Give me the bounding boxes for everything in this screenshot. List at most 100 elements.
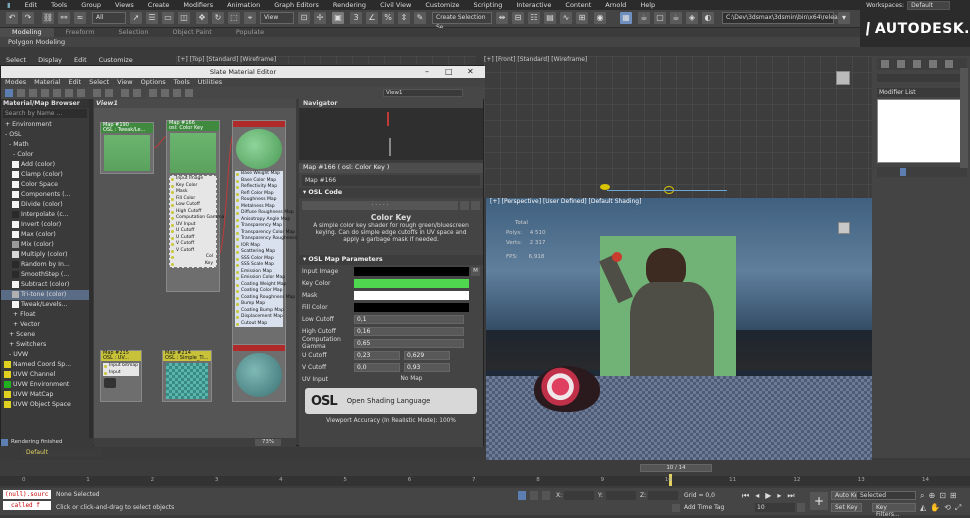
viewport-menu-display[interactable]: Display — [32, 56, 68, 65]
layer-dropdown[interactable]: Default — [22, 449, 102, 457]
isolate-icon[interactable] — [518, 491, 526, 500]
viewport-menu-edit[interactable]: Edit — [68, 56, 93, 65]
selection-filter-dropdown[interactable]: All — [92, 12, 126, 24]
ribbon-tab-modeling[interactable]: Modeling — [0, 28, 54, 37]
browser-item[interactable]: + Float — [1, 310, 89, 320]
set-key-mode-icon[interactable]: + — [810, 492, 828, 510]
u-cutoff-max-spinner[interactable]: 0,629 — [404, 350, 450, 360]
sme-view-dropdown[interactable]: View1 — [383, 89, 463, 97]
go-to-end-icon[interactable]: ⏭ — [787, 491, 794, 501]
zoom-extents-all-icon[interactable]: ⊞ — [950, 491, 957, 501]
modifier-stack[interactable] — [877, 99, 967, 163]
browser-item[interactable]: - Color — [1, 150, 89, 160]
browser-item[interactable]: Tri-tone (color) — [1, 290, 89, 300]
absolute-mode-icon[interactable] — [542, 491, 550, 500]
canvas-tab-view1[interactable]: View1 — [96, 99, 118, 108]
curve-editor-icon[interactable]: ∿ — [560, 12, 572, 24]
undo-icon[interactable]: ↶ — [6, 12, 18, 24]
ribbon-tab-selection[interactable]: Selection — [107, 28, 161, 37]
scale-icon[interactable]: ⬚ — [228, 12, 240, 24]
edit-named-selection-icon[interactable]: ✎ — [414, 12, 426, 24]
browser-item[interactable]: Clamp (color) — [1, 170, 89, 180]
perspective-viewport-label[interactable]: [+] [Perspective] [User Defined] [Defaul… — [486, 198, 872, 207]
browser-item[interactable]: Divide (color) — [1, 200, 89, 210]
angle-snap-icon[interactable]: ∠ — [366, 12, 378, 24]
node-physical-material[interactable]: Base Weight Map Base Color Map Reflectivit… — [232, 120, 297, 352]
uv-input-map-button[interactable]: No Map — [354, 376, 469, 382]
browser-item[interactable]: - UVW — [1, 350, 89, 360]
menu-rendering[interactable]: Rendering — [326, 1, 373, 9]
high-cutoff-spinner[interactable]: 0,16 — [354, 326, 464, 336]
menu-views[interactable]: Views — [108, 1, 141, 9]
viewcube-perspective[interactable] — [838, 222, 850, 234]
browser-item[interactable]: - Math — [1, 140, 89, 150]
zoom-icon[interactable]: ⌕ — [920, 491, 924, 501]
browser-item[interactable]: + Scene — [1, 330, 89, 340]
menu-civil-view[interactable]: Civil View — [373, 1, 418, 9]
previous-frame-icon[interactable]: ◂ — [755, 491, 759, 501]
sme-show-background-icon[interactable] — [105, 89, 113, 97]
navigator-panel[interactable] — [299, 108, 483, 160]
sme-layout-all-icon[interactable] — [121, 89, 129, 97]
rotate-icon[interactable]: ↻ — [212, 12, 224, 24]
osl-code-rollout[interactable]: ▾ OSL Code — [299, 188, 483, 198]
node-map-166[interactable]: Map #166 osl: Color Key Input Image Key Co… — [166, 120, 224, 292]
node-view-canvas[interactable]: Map #190 OSL : Tweak/Le... Map #166 osl: C… — [94, 108, 297, 438]
sme-hide-unused-icon[interactable] — [77, 89, 85, 97]
placement-icon[interactable]: ⌖ — [244, 12, 256, 24]
time-tag-icon[interactable] — [672, 504, 680, 512]
snaps-toggle-icon[interactable]: 3 — [350, 12, 362, 24]
named-selection-set-dropdown[interactable]: Create Selection Se — [432, 12, 492, 31]
sme-show-map-icon[interactable] — [93, 89, 101, 97]
browser-item[interactable]: - OSL — [1, 130, 89, 140]
sme-show-params-icon[interactable] — [173, 89, 181, 97]
key-color-swatch[interactable] — [354, 278, 469, 288]
reference-coordinate-dropdown[interactable]: View — [260, 12, 294, 24]
time-configuration-icon[interactable] — [797, 503, 805, 512]
rendered-frame-window-icon[interactable]: ▢ — [654, 12, 666, 24]
menu-customize[interactable]: Customize — [418, 1, 466, 9]
pan-icon[interactable]: ✋ — [930, 503, 940, 513]
node-map-214[interactable]: Map #214 OSL : Simple_Ti... — [162, 350, 212, 402]
fill-color-swatch[interactable] — [354, 302, 469, 312]
rect-selection-icon[interactable]: ▭ — [162, 12, 174, 24]
menu-edit[interactable]: Edit — [18, 1, 45, 9]
set-key-button[interactable]: Set Key — [831, 503, 862, 512]
go-to-start-icon[interactable]: ⏮ — [742, 491, 749, 501]
key-filters-button[interactable]: Key Filters... — [872, 503, 916, 518]
viewport-menu-customize[interactable]: Customize — [93, 56, 139, 65]
render-setup-icon[interactable]: ☕ — [638, 12, 650, 24]
object-name-field[interactable] — [877, 74, 965, 82]
sme-menu-edit[interactable]: Edit — [65, 78, 86, 87]
pin-stack-icon[interactable] — [900, 168, 906, 176]
sme-show-browser-icon[interactable] — [161, 89, 169, 97]
browser-item[interactable]: Interpolate (c... — [1, 210, 89, 220]
viewcube-front[interactable] — [836, 71, 850, 85]
sme-pick-material-icon[interactable] — [17, 89, 25, 97]
browser-splitter[interactable] — [89, 99, 93, 447]
viewport-menu-select[interactable]: Select — [0, 56, 32, 65]
modify-tab-icon[interactable] — [897, 60, 905, 68]
z-coord-field[interactable] — [648, 491, 678, 500]
perspective-viewport[interactable]: [+] [Perspective] [User Defined] [Defaul… — [486, 198, 872, 460]
create-tab-icon[interactable] — [881, 60, 889, 68]
menu-scripting[interactable]: Scripting — [466, 1, 509, 9]
percent-snap-icon[interactable]: % — [382, 12, 394, 24]
menu-arnold[interactable]: Arnold — [598, 1, 633, 9]
canvas-zoom-field[interactable]: 73% — [255, 439, 281, 446]
maxscript-listener-1[interactable]: (null).sourc — [3, 490, 51, 499]
modifier-list-dropdown[interactable]: Modifier List — [877, 88, 965, 97]
low-cutoff-spinner[interactable]: 0,1 — [354, 314, 464, 324]
next-frame-icon[interactable]: ▸ — [777, 491, 781, 501]
v-cutoff-max-spinner[interactable]: 0,93 — [404, 362, 450, 372]
layer-explorer-icon[interactable]: ☷ — [528, 12, 540, 24]
ribbon-polygon-modeling[interactable]: Polygon Modeling — [0, 37, 860, 47]
select-by-name-icon[interactable]: ☰ — [146, 12, 158, 24]
menu-create[interactable]: Create — [141, 1, 177, 9]
sme-move-children-icon[interactable] — [65, 89, 73, 97]
browser-item[interactable]: SmoothStep (... — [1, 270, 89, 280]
schematic-view-icon[interactable]: ⊞ — [576, 12, 588, 24]
select-manipulate-icon[interactable]: ✢ — [314, 12, 326, 24]
motion-tab-icon[interactable] — [929, 60, 937, 68]
time-slider[interactable]: 10 / 14 — [640, 464, 712, 472]
